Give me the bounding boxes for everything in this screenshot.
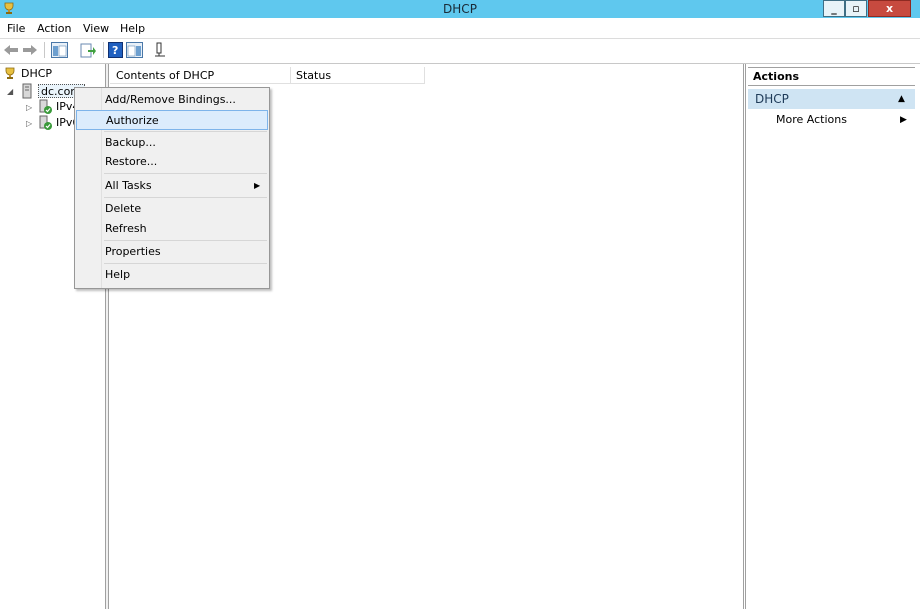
minimize-button[interactable]: _: [823, 0, 845, 17]
show-hide-action-pane-icon[interactable]: [126, 42, 143, 58]
context-menu-restore[interactable]: Restore...: [76, 152, 268, 172]
tree-item-dhcp[interactable]: DHCP: [21, 67, 52, 81]
column-header-contents[interactable]: Contents of DHCP: [116, 69, 214, 82]
context-menu-separator: [104, 263, 267, 264]
submenu-arrow-icon: ▶: [900, 115, 907, 125]
context-menu-separator: [104, 240, 267, 241]
toolbar-divider: [103, 42, 104, 58]
show-hide-console-tree-icon[interactable]: [51, 42, 68, 58]
server-status-icon[interactable]: [154, 42, 166, 58]
context-menu-help[interactable]: Help: [76, 265, 268, 285]
menu-view[interactable]: View: [83, 21, 109, 36]
column-divider[interactable]: [424, 67, 425, 84]
actions-pane: [745, 64, 920, 609]
close-button[interactable]: x: [868, 0, 911, 17]
forward-arrow-icon[interactable]: [22, 43, 38, 57]
dhcp-trophy-icon: [3, 67, 17, 81]
context-menu-backup[interactable]: Backup...: [76, 133, 268, 153]
context-menu-add-remove-bindings[interactable]: Add/Remove Bindings...: [76, 90, 268, 110]
context-menu-delete[interactable]: Delete: [76, 199, 268, 219]
context-menu-refresh[interactable]: Refresh: [76, 219, 268, 239]
help-icon[interactable]: ?: [108, 42, 123, 58]
collapse-up-icon[interactable]: ▲: [898, 93, 908, 105]
submenu-arrow-icon: ▶: [254, 181, 261, 190]
toolbar-divider: [44, 42, 45, 58]
svg-text:?: ?: [112, 44, 118, 57]
collapse-arrow-icon[interactable]: ◢: [7, 86, 13, 98]
expand-arrow-icon[interactable]: ▷: [26, 102, 32, 114]
export-list-icon[interactable]: [80, 43, 96, 58]
context-menu-separator: [104, 197, 267, 198]
actions-header: Actions: [748, 67, 915, 86]
context-menu-properties[interactable]: Properties: [76, 242, 268, 262]
expand-arrow-icon[interactable]: ▷: [26, 118, 32, 130]
column-divider[interactable]: [290, 67, 291, 84]
maximize-button[interactable]: ▫: [845, 0, 867, 17]
context-menu-separator: [104, 131, 267, 132]
server-icon: [20, 83, 34, 99]
ipv4-icon: [38, 99, 53, 115]
more-actions-item[interactable]: More Actions: [776, 113, 847, 127]
menu-help[interactable]: Help: [120, 21, 145, 36]
back-arrow-icon[interactable]: [3, 43, 19, 57]
context-menu-authorize[interactable]: Authorize: [76, 110, 268, 130]
column-header-status[interactable]: Status: [296, 69, 331, 82]
window-title: DHCP: [443, 2, 477, 16]
menu-file[interactable]: File: [7, 21, 25, 36]
ipv6-icon: [38, 115, 53, 131]
actions-group-dhcp[interactable]: DHCP: [748, 89, 915, 109]
context-menu-separator: [104, 173, 267, 174]
menu-action[interactable]: Action: [37, 21, 71, 36]
context-menu-all-tasks[interactable]: All Tasks: [76, 176, 268, 196]
